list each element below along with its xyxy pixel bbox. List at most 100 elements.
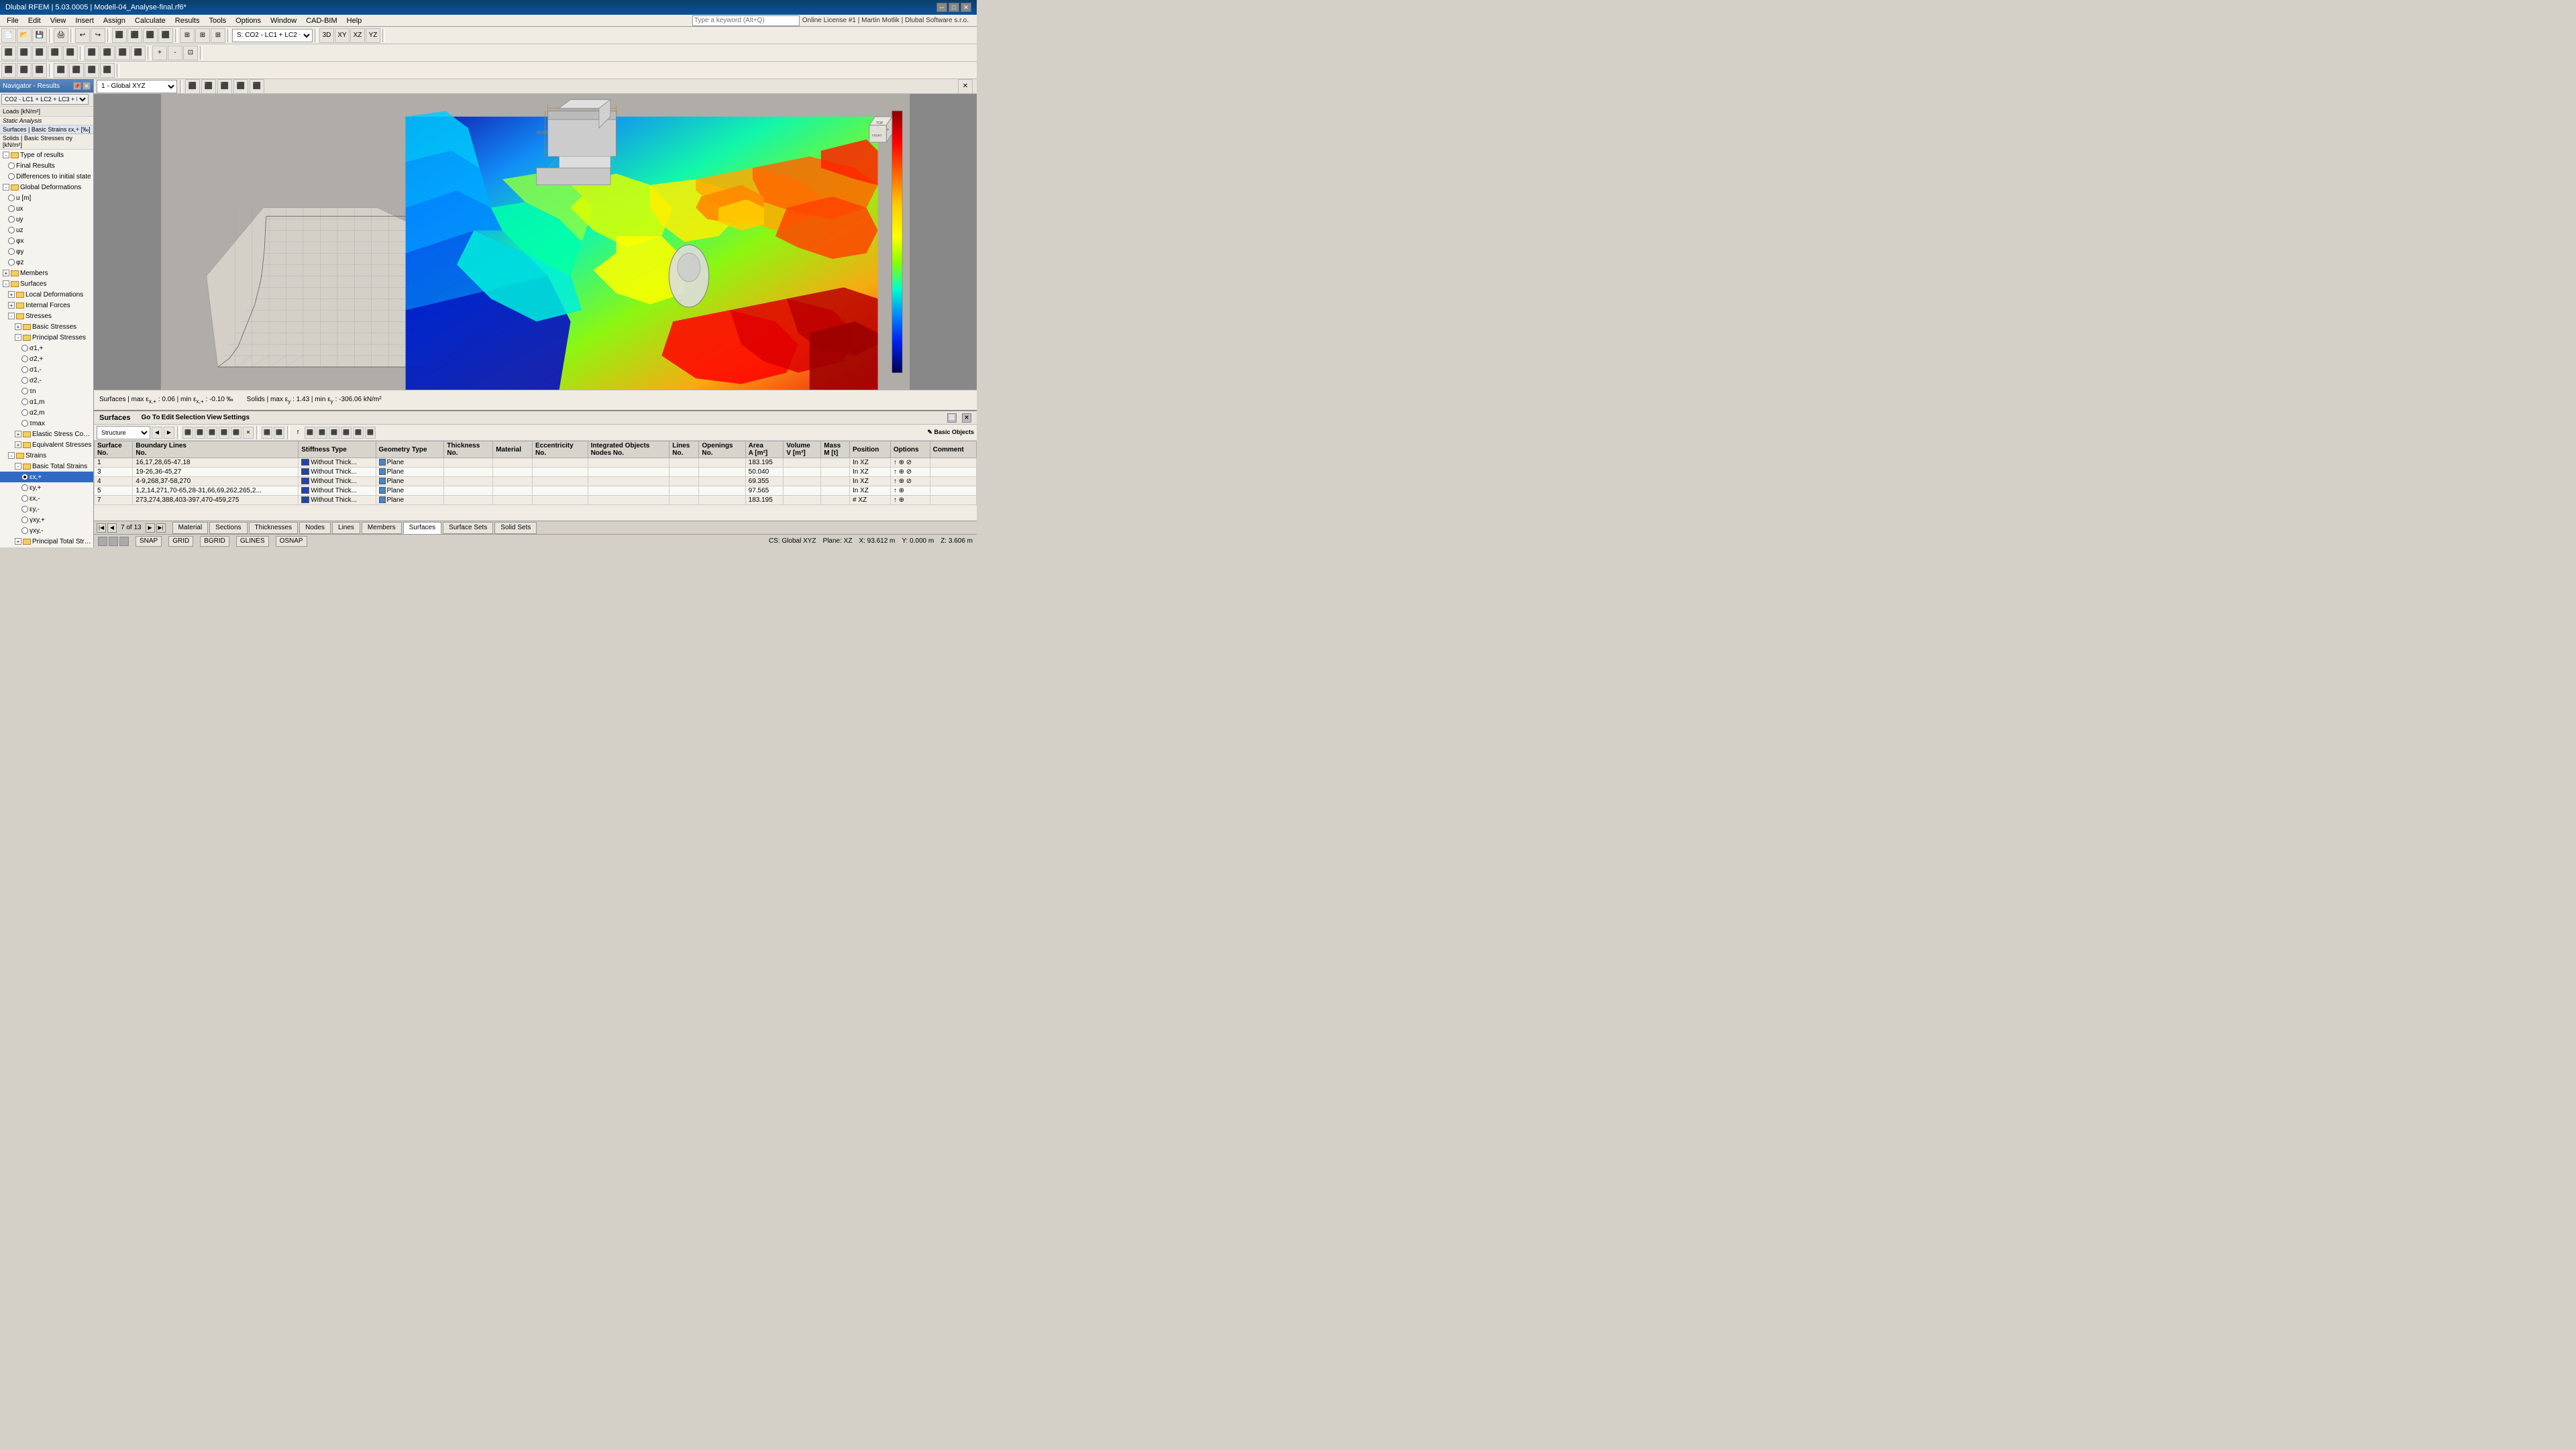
nav-strains[interactable]: - Strains [0,450,93,461]
tb-btn-6[interactable]: ⊞ [195,28,210,43]
vp-btn-3[interactable]: ⬛ [217,79,232,94]
radio-sigma1p[interactable] [21,345,28,352]
view-xy-btn[interactable]: XY [335,28,350,43]
expand-basic-total-strains[interactable]: - [15,463,21,470]
open-button[interactable]: 📂 [17,28,32,43]
expand-elastic-stress[interactable]: + [15,431,21,437]
nav-phiy[interactable]: φy [0,246,93,257]
surfaces-menu-view[interactable]: View [207,414,222,421]
expand-equiv-stresses[interactable]: + [15,441,21,448]
expand-stresses-surf[interactable]: - [8,313,15,319]
radio-final-results[interactable] [8,162,15,169]
bnav-tab-thicknesses[interactable]: Thicknesses [249,522,299,534]
surf-tb-13[interactable]: ⬛ [353,427,364,439]
maximize-button[interactable]: □ [949,3,959,12]
expand-local-def[interactable]: + [8,291,15,298]
radio-sigma1m[interactable] [21,366,28,373]
bnav-last-btn[interactable]: ▶| [156,523,166,533]
bnav-first-btn[interactable]: |◀ [97,523,106,533]
t3-btn-2[interactable]: ⬛ [17,63,32,78]
surfaces-menu-edit[interactable]: Edit [162,414,174,421]
table-row[interactable]: 3 19-26,36-45,27 Without Thick... Plane … [95,468,977,477]
radio-ex-minus[interactable] [21,495,28,502]
t2-btn-5[interactable]: ⬛ [63,46,78,60]
surf-tb-6[interactable]: ✕ [243,427,254,439]
radio-u[interactable] [8,195,15,201]
nav-uy[interactable]: uy [0,214,93,225]
nav-elastic-stress[interactable]: + Elastic Stress Components [0,429,93,439]
nav-diff-initial[interactable]: Differences to initial state [0,171,93,182]
snap-btn[interactable]: SNAP [136,536,162,547]
nav-sigma1m[interactable]: σ1,- [0,364,93,375]
radio-ey-minus[interactable] [21,506,28,513]
surf-tb-12[interactable]: ⬛ [341,427,352,439]
bnav-next-btn[interactable]: ▶ [146,523,155,533]
menu-assign[interactable]: Assign [99,16,129,25]
nav-ey-minus[interactable]: εy,- [0,504,93,515]
menu-calculate[interactable]: Calculate [131,16,170,25]
bgrid-btn[interactable]: BGRID [200,536,229,547]
nav-phix[interactable]: φx [0,235,93,246]
nav-gxy-plus[interactable]: γxy,+ [0,515,93,525]
bnav-tab-members[interactable]: Members [362,522,402,534]
t2-btn-3[interactable]: ⬛ [32,46,47,60]
radio-alpha2m[interactable] [21,409,28,416]
t3-btn-3[interactable]: ⬛ [32,63,47,78]
glines-btn[interactable]: GLINES [236,536,269,547]
radio-diff-initial[interactable] [8,173,15,180]
menu-view[interactable]: View [46,16,70,25]
surf-tb-14[interactable]: ⬛ [365,427,376,439]
nav-uz[interactable]: uz [0,225,93,235]
t3-btn-7[interactable]: ⬛ [100,63,115,78]
table-row[interactable]: 4 4-9,268,37-58,270 Without Thick... Pla… [95,477,977,486]
nav-principal-total-strains[interactable]: + Principal Total Strains [0,536,93,547]
print-button[interactable]: 🖨 [54,28,68,43]
nav-principal-stresses-surf[interactable]: - Principal Stresses [0,332,93,343]
structure-combo[interactable]: Structure [97,426,150,439]
viewport-combo[interactable]: 1 - Global XYZ [97,80,177,93]
nav-local-def[interactable]: + Local Deformations [0,289,93,300]
nav-basic-total-strains[interactable]: - Basic Total Strains [0,461,93,472]
t2-btn-6[interactable]: ⬛ [85,46,99,60]
table-row[interactable]: 5 1,2,14,271,70-65,28-31,66,69,262,265,2… [95,486,977,496]
new-button[interactable]: 📄 [1,28,16,43]
radio-phiz[interactable] [8,259,15,266]
vp-btn-2[interactable]: ⬛ [201,79,216,94]
nav-u[interactable]: u [m] [0,193,93,203]
nav-sigma2p[interactable]: σ2,+ [0,354,93,364]
t2-btn-8[interactable]: ⬛ [115,46,130,60]
radio-alpha1m[interactable] [21,398,28,405]
expand-members[interactable]: + [3,270,9,276]
surfaces-menu-selection[interactable]: Selection [176,414,205,421]
radio-taun[interactable] [21,388,28,394]
nav-taumax[interactable]: τmax [0,418,93,429]
tb-btn-2[interactable]: ⬛ [127,28,142,43]
menu-options[interactable]: Options [231,16,265,25]
radio-gxy-minus[interactable] [21,527,28,534]
expand-strains[interactable]: - [8,452,15,459]
t3-btn-5[interactable]: ⬛ [69,63,84,78]
viewport-canvas[interactable]: 1.75.00 80.00 [94,94,977,390]
radio-phiy[interactable] [8,248,15,255]
vp-btn-1[interactable]: ⬛ [185,79,200,94]
tb-btn-3[interactable]: ⬛ [143,28,158,43]
nav-ex-minus[interactable]: εx,- [0,493,93,504]
nav-pin-btn[interactable]: 📌 [73,82,81,90]
bnav-tab-nodes[interactable]: Nodes [299,522,331,534]
surfaces-close-btn[interactable]: ✕ [962,413,971,423]
menu-results[interactable]: Results [171,16,204,25]
radio-ux[interactable] [8,205,15,212]
nav-final-results[interactable]: Final Results [0,160,93,171]
menu-cad-bim[interactable]: CAD-BIM [302,16,341,25]
t2-zoom-fit[interactable]: ⊡ [183,46,198,60]
minimize-button[interactable]: ─ [936,3,947,12]
nav-equiv-stresses[interactable]: + Equivalent Stresses [0,439,93,450]
nav-surfaces[interactable]: - Surfaces [0,278,93,289]
radio-sigma2m[interactable] [21,377,28,384]
table-row[interactable]: 1 16,17,28,65-47,18 Without Thick... Pla… [95,458,977,468]
co2-combo[interactable]: CO2 - LC1 + LC2 + LC3 + LC4 [1,94,89,105]
expand-surfaces[interactable]: - [3,280,9,287]
menu-edit[interactable]: Edit [24,16,45,25]
radio-uz[interactable] [8,227,15,233]
surf-tb-11[interactable]: ⬛ [329,427,339,439]
